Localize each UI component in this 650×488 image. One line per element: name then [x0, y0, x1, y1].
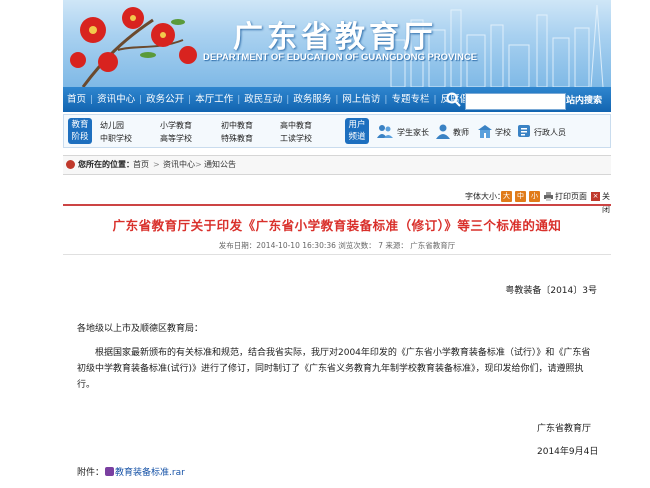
- nav-item-petition[interactable]: 网上信访: [338, 87, 384, 112]
- addressee: 各地级以上市及顺德区教育局：: [77, 324, 204, 334]
- nav-item-dept-work[interactable]: 本厅工作: [191, 87, 237, 112]
- nav-item-interaction[interactable]: 政民互动: [240, 87, 286, 112]
- article-tools: 字体大小： 大 中 小 打印页面 × 关闭: [63, 190, 611, 214]
- search-icon[interactable]: [445, 91, 462, 108]
- nav-item-news[interactable]: 资讯中心: [93, 87, 139, 112]
- nav-item-topics[interactable]: 专题专栏: [387, 87, 433, 112]
- site-title: 广东省教育厅: [233, 20, 437, 55]
- meta-divider: [63, 254, 611, 255]
- document-number: 粤教装备〔2014〕3号: [505, 286, 597, 296]
- site-banner: 广东省教育厅 DEPARTMENT OF EDUCATION OF GUANGD…: [63, 0, 611, 87]
- attachment: 附件： 教育装备标准.rar: [77, 465, 185, 478]
- font-size-label: 字体大小：: [465, 192, 505, 201]
- nav-item-gov-affairs[interactable]: 政务公开: [142, 87, 188, 112]
- breadcrumb: 您所在的位置： 首页 > 资讯中心 > 通知公告: [63, 155, 611, 175]
- nav-item-home[interactable]: 首页: [63, 87, 90, 112]
- user-link-school[interactable]: 学校: [495, 127, 511, 138]
- breadcrumb-notices[interactable]: 通知公告: [204, 156, 236, 174]
- article-meta: 发布日期：2014-10-10 16:30:36 浏览次数： 7 来源： 广东省…: [218, 241, 456, 250]
- font-size-small-button[interactable]: 小: [529, 191, 540, 202]
- font-size-medium-button[interactable]: 中: [515, 191, 526, 202]
- education-stage-badge: 教育 阶段: [68, 118, 92, 144]
- print-icon[interactable]: [544, 192, 553, 201]
- page: 广东省教育厅 DEPARTMENT OF EDUCATION OF GUANGD…: [63, 0, 611, 488]
- badge-line-1: 用户: [348, 120, 366, 130]
- badge-line-2: 频道: [348, 132, 366, 142]
- stage-link-junior-high[interactable]: 初中教育: [221, 120, 253, 131]
- font-size-large-button[interactable]: 大: [501, 191, 512, 202]
- search-button[interactable]: 站内搜索: [566, 93, 602, 106]
- category-bar: 教育 阶段 幼儿园 小学教育 初中教育 高中教育 中职学校 高等学校 特殊教育 …: [63, 114, 611, 148]
- stage-link-vocational[interactable]: 中职学校: [100, 133, 132, 144]
- attachment-label: 附件：: [77, 468, 105, 478]
- admin-icon[interactable]: [516, 123, 532, 139]
- stage-link-reform-school[interactable]: 工读学校: [280, 133, 312, 144]
- print-page-link[interactable]: 打印页面: [555, 190, 587, 203]
- article-title: 广东省教育厅关于印发《广东省小学教育装备标准（修订）》等三个标准的通知: [112, 218, 562, 233]
- close-icon[interactable]: ×: [591, 192, 600, 201]
- signer: 广东省教育厅: [537, 424, 592, 434]
- breadcrumb-separator: >: [195, 160, 202, 169]
- breadcrumb-separator: >: [153, 160, 160, 169]
- breadcrumb-label: 您所在的位置：: [78, 160, 134, 169]
- school-icon[interactable]: [477, 123, 493, 139]
- stage-link-kindergarten[interactable]: 幼儿园: [100, 120, 124, 131]
- article-body: 根据国家最新颁布的有关标准和规范，结合我省实际，我厅对2004年印发的《广东省小…: [77, 348, 591, 390]
- teacher-icon[interactable]: [435, 123, 451, 139]
- breadcrumb-home[interactable]: 首页: [133, 156, 149, 174]
- search-input[interactable]: [465, 93, 566, 110]
- main-nav: 首页 | 资讯中心 | 政务公开 | 本厅工作 | 政民互动 | 政务服务 | …: [63, 87, 611, 112]
- user-link-admin[interactable]: 行政人员: [534, 127, 566, 138]
- stage-link-higher-ed[interactable]: 高等学校: [160, 133, 192, 144]
- badge-line-2: 阶段: [71, 132, 89, 142]
- stage-link-primary[interactable]: 小学教育: [160, 120, 192, 131]
- stage-link-special-ed[interactable]: 特殊教育: [221, 133, 253, 144]
- breadcrumb-news[interactable]: 资讯中心: [163, 156, 195, 174]
- user-channel-badge: 用户 频道: [345, 118, 369, 144]
- stage-link-senior-high[interactable]: 高中教育: [280, 120, 312, 131]
- issue-date: 2014年9月4日: [537, 447, 599, 457]
- user-link-parents[interactable]: 学生家长: [397, 127, 429, 138]
- title-divider: [63, 204, 611, 206]
- parents-icon[interactable]: [377, 123, 393, 139]
- close-link[interactable]: 关闭: [602, 190, 611, 216]
- nav-item-services[interactable]: 政务服务: [289, 87, 335, 112]
- archive-file-icon: [105, 467, 115, 476]
- user-link-teacher[interactable]: 教师: [453, 127, 469, 138]
- badge-line-1: 教育: [71, 120, 89, 130]
- attachment-link[interactable]: 教育装备标准.rar: [115, 468, 185, 478]
- kapok-flower-illustration: [70, 7, 197, 87]
- site-subtitle: DEPARTMENT OF EDUCATION OF GUANGDONG PRO…: [203, 52, 478, 63]
- location-icon: [66, 160, 75, 169]
